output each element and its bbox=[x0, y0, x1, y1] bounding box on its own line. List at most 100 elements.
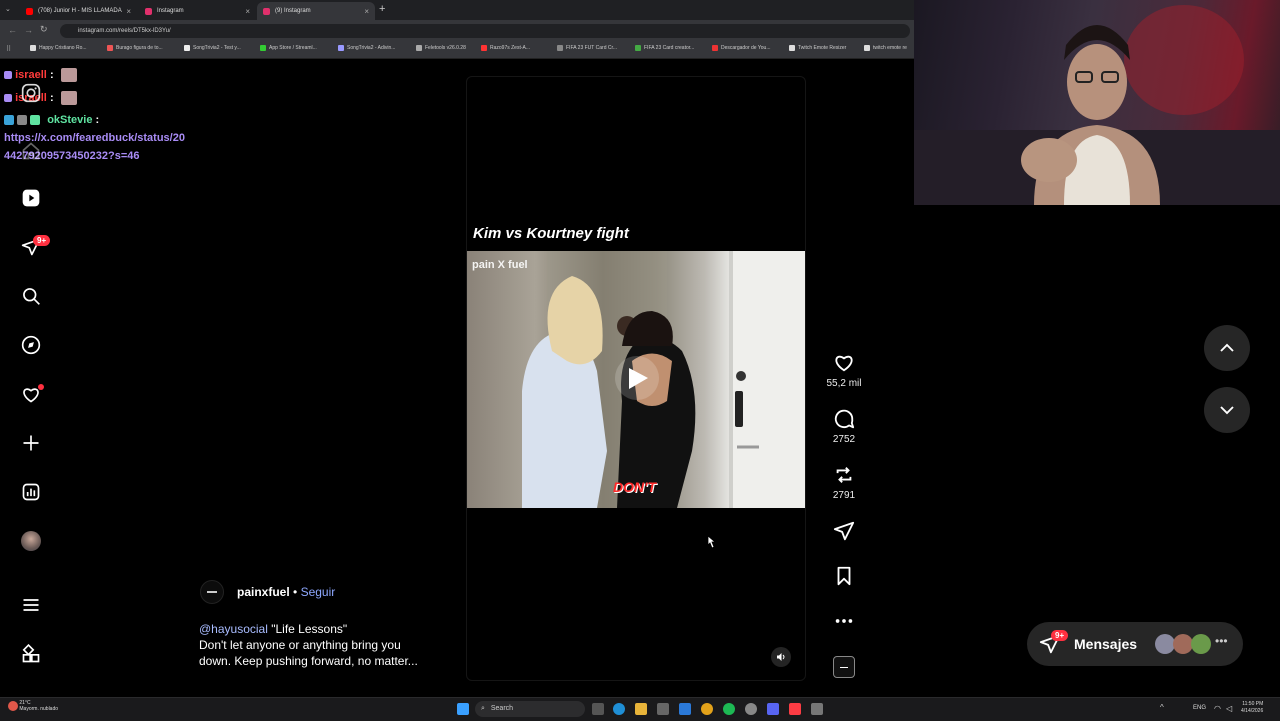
repost-icon bbox=[836, 467, 852, 483]
webcam-overlay bbox=[914, 0, 1280, 205]
search-icon[interactable] bbox=[20, 285, 42, 307]
chat-username: okStevie bbox=[47, 114, 93, 126]
volume-icon[interactable]: ◁ bbox=[1226, 704, 1232, 713]
chat-username: israell bbox=[15, 68, 47, 81]
share-button[interactable] bbox=[832, 520, 856, 547]
bookmark-icon bbox=[30, 45, 36, 51]
description-text[interactable]: down. Keep pushing forward, no matter... bbox=[199, 653, 418, 669]
messages-badge: 9+ bbox=[1051, 630, 1069, 641]
edge-icon[interactable] bbox=[613, 703, 625, 715]
chevron-up-icon bbox=[1220, 343, 1234, 352]
comment-icon bbox=[834, 409, 855, 429]
app-icon[interactable] bbox=[745, 703, 757, 715]
back-icon[interactable]: ← bbox=[8, 25, 17, 35]
more-apps-icon[interactable] bbox=[20, 643, 42, 665]
avatar bbox=[1155, 634, 1175, 654]
follow-button[interactable]: Seguir bbox=[301, 585, 336, 599]
like-button[interactable] bbox=[832, 351, 856, 378]
chat-badge-icon bbox=[17, 115, 28, 126]
app-icon[interactable] bbox=[811, 703, 823, 715]
more-options-button[interactable] bbox=[832, 610, 856, 637]
bookmark-icon bbox=[864, 45, 870, 51]
reels-icon[interactable] bbox=[20, 187, 42, 209]
mouse-cursor-icon bbox=[707, 535, 717, 549]
mention-link[interactable]: @hayusocial bbox=[199, 622, 268, 636]
create-icon[interactable] bbox=[20, 432, 42, 454]
discord-icon[interactable] bbox=[767, 703, 779, 715]
video-frame[interactable]: pain X fuel DON'T bbox=[467, 251, 805, 508]
file-explorer-icon[interactable] bbox=[635, 703, 647, 715]
browser-tab-bar: ⌄ (708) Junior H - MIS LLAMADA × Instagr… bbox=[0, 0, 914, 20]
app-icon[interactable] bbox=[657, 703, 669, 715]
bookmark[interactable]: SongTrivia2 - Test y... bbox=[184, 45, 241, 51]
volume-icon[interactable] bbox=[771, 647, 791, 667]
close-tab-icon[interactable]: × bbox=[245, 7, 250, 16]
start-icon[interactable] bbox=[457, 703, 469, 715]
close-tab-icon[interactable]: × bbox=[364, 7, 369, 16]
reload-icon[interactable]: ↻ bbox=[40, 24, 48, 35]
clock[interactable]: 11:50 PM 4/14/2026 bbox=[1241, 701, 1263, 715]
bookmark[interactable]: SongTrivia2 - Adivin... bbox=[338, 45, 395, 51]
bookmark-icon bbox=[837, 566, 851, 586]
mail-icon[interactable] bbox=[679, 703, 691, 715]
reel-video[interactable]: Kim vs Kourtney fight pain X fuel DON'T bbox=[466, 76, 806, 681]
bookmark-icon bbox=[481, 45, 487, 51]
search-icon: ⌕ bbox=[481, 705, 485, 712]
play-button[interactable] bbox=[617, 359, 657, 399]
author-name[interactable]: painxfuel bbox=[237, 585, 290, 599]
bookmark[interactable]: App Store / Streaml... bbox=[260, 45, 317, 51]
author-avatar[interactable] bbox=[200, 580, 224, 604]
avatar[interactable] bbox=[20, 530, 42, 552]
language-indicator[interactable]: ENG bbox=[1193, 705, 1206, 711]
home-icon[interactable] bbox=[20, 140, 42, 162]
tab-search-chevron-icon[interactable]: ⌄ bbox=[5, 5, 11, 13]
previous-reel-button[interactable] bbox=[1204, 325, 1250, 371]
next-reel-button[interactable] bbox=[1204, 387, 1250, 433]
bookmark[interactable]: Twitch Emote Resizer bbox=[789, 45, 846, 51]
close-tab-icon[interactable]: × bbox=[126, 7, 131, 16]
new-tab-icon[interactable]: + bbox=[379, 3, 385, 15]
share-icon bbox=[833, 521, 855, 541]
audio-thumbnail[interactable] bbox=[832, 656, 856, 678]
bookmark-icon bbox=[416, 45, 422, 51]
chat-separator: : bbox=[49, 68, 54, 81]
forward-icon[interactable]: → bbox=[24, 25, 33, 35]
tab-instagram-active[interactable]: (9) Instagram × bbox=[257, 2, 375, 20]
bookmark[interactable]: Descargador de You... bbox=[712, 45, 770, 51]
tray-chevron-icon[interactable]: ^ bbox=[1160, 703, 1164, 712]
bookmark[interactable]: Burago figura de to... bbox=[107, 45, 163, 51]
bookmark[interactable]: Happy Cristiano Ro... bbox=[30, 45, 87, 51]
weather-widget[interactable]: 21°C Mayorm. nublado bbox=[8, 700, 58, 712]
bookmark-icon bbox=[712, 45, 718, 51]
address-bar[interactable]: instagram.com/reels/DT5kx-lD3Yu/ bbox=[60, 24, 910, 38]
save-button[interactable] bbox=[832, 565, 856, 592]
bookmark[interactable]: Razo97s Zest-A... bbox=[481, 45, 530, 51]
menu-icon[interactable] bbox=[20, 594, 42, 616]
explore-icon[interactable] bbox=[20, 334, 42, 356]
task-view-icon[interactable] bbox=[592, 703, 604, 715]
chat-separator: : bbox=[95, 114, 100, 126]
bookmarks-bar: ⠿ Happy Cristiano Ro... Burago figura de… bbox=[0, 42, 914, 59]
bookmark-icon bbox=[338, 45, 344, 51]
more-icon bbox=[835, 619, 853, 623]
author-row: painxfuel • Seguir bbox=[237, 585, 335, 599]
apps-icon[interactable]: ⠿ bbox=[6, 45, 11, 53]
spotify-icon[interactable] bbox=[723, 703, 735, 715]
comment-button[interactable] bbox=[832, 408, 856, 435]
wifi-icon[interactable]: ◠ bbox=[1214, 704, 1221, 713]
messages-button[interactable]: 9+ Mensajes ••• bbox=[1027, 622, 1243, 666]
instagram-logo-icon[interactable] bbox=[20, 82, 42, 104]
taskbar-search[interactable]: ⌕ Search bbox=[475, 701, 585, 717]
tab-instagram[interactable]: Instagram × bbox=[139, 2, 256, 20]
dashboard-icon[interactable] bbox=[20, 481, 42, 503]
chrome-icon[interactable] bbox=[701, 703, 713, 715]
tab-youtube[interactable]: (708) Junior H - MIS LLAMADA × bbox=[20, 2, 137, 20]
bookmark[interactable]: FIFA 23 Card creator... bbox=[635, 45, 694, 51]
chat-badge-icon bbox=[4, 115, 14, 126]
repost-button[interactable] bbox=[832, 464, 856, 491]
bookmark[interactable]: FIFA 23 FUT Card Cr... bbox=[557, 45, 617, 51]
bookmark[interactable]: Feletools v26.0.28 bbox=[416, 45, 466, 51]
url-text: instagram.com/reels/DT5kx-lD3Yu/ bbox=[78, 28, 171, 34]
music-icon[interactable] bbox=[789, 703, 801, 715]
bookmark[interactable]: twitch emote re bbox=[864, 45, 907, 51]
